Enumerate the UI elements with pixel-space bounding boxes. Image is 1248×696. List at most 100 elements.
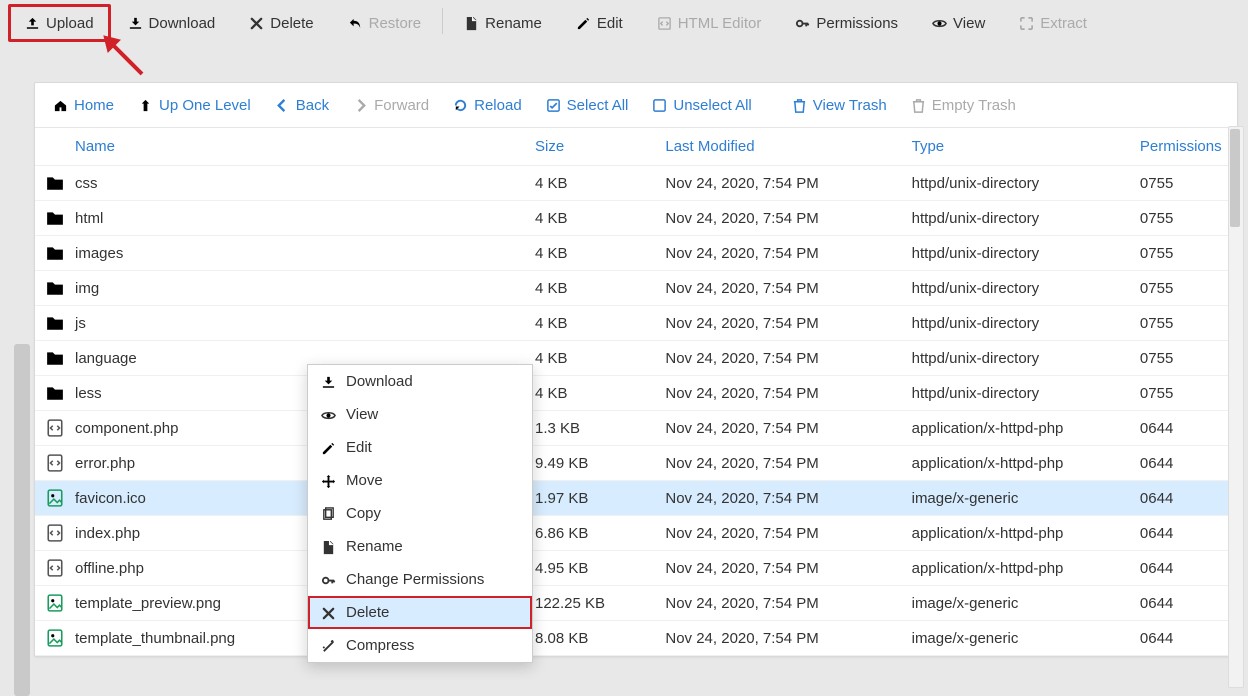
view-trash-button[interactable]: View Trash [780,91,899,120]
file-date: Nov 24, 2020, 7:54 PM [657,376,903,411]
empty-trash-button[interactable]: Empty Trash [899,91,1028,120]
file-type: httpd/unix-directory [904,341,1132,376]
col-name[interactable]: Name [35,128,527,166]
back-button[interactable]: Back [263,91,341,120]
file-date: Nov 24, 2020, 7:54 PM [657,306,903,341]
table-row[interactable]: error.php9.49 KBNov 24, 2020, 7:54 PMapp… [35,446,1237,481]
unselect-all-button[interactable]: Unselect All [640,91,763,120]
file-date: Nov 24, 2020, 7:54 PM [657,341,903,376]
eye-icon [320,406,336,423]
forward-label: Forward [374,97,429,114]
ctx-download[interactable]: Download [308,365,532,398]
file-size: 4 KB [527,271,657,306]
table-header-row: Name Size Last Modified Type Permissions [35,128,1237,166]
folder-icon [45,279,65,297]
arrow-left-icon [275,97,290,114]
file-name: html [75,210,103,227]
ctx-label: Change Permissions [346,571,484,588]
col-date[interactable]: Last Modified [657,128,903,166]
checkbox-checked-icon [546,97,561,114]
restore-button[interactable]: Restore [331,4,439,42]
file-perm: 0644 [1132,586,1237,621]
download-button[interactable]: Download [111,4,233,42]
top-toolbar: Upload Download Delete Restore Rename Ed… [0,0,1248,60]
reload-button[interactable]: Reload [441,91,534,120]
back-label: Back [296,97,329,114]
table-row[interactable]: html4 KBNov 24, 2020, 7:54 PMhttpd/unix-… [35,201,1237,236]
scrollbar[interactable] [1228,126,1244,688]
table-row[interactable]: js4 KBNov 24, 2020, 7:54 PMhttpd/unix-di… [35,306,1237,341]
ctx-move[interactable]: Move [308,464,532,497]
ctx-compress[interactable]: Compress [308,629,532,662]
table-row[interactable]: images4 KBNov 24, 2020, 7:54 PMhttpd/uni… [35,236,1237,271]
rename-button[interactable]: Rename [447,4,559,42]
folder-icon [45,209,65,227]
file-table: Name Size Last Modified Type Permissions… [35,128,1237,656]
table-row[interactable]: template_thumbnail.png8.08 KBNov 24, 202… [35,621,1237,656]
upload-button[interactable]: Upload [8,4,111,42]
file-perm: 0755 [1132,166,1237,201]
permissions-label: Permissions [816,15,898,32]
col-perm[interactable]: Permissions [1132,128,1237,166]
col-size[interactable]: Size [527,128,657,166]
select-all-button[interactable]: Select All [534,91,641,120]
up-one-level-button[interactable]: Up One Level [126,91,263,120]
file-type: application/x-httpd-php [904,411,1132,446]
ctx-copy[interactable]: Copy [308,497,532,530]
ctx-chperm[interactable]: Change Permissions [308,563,532,596]
file-size: 8.08 KB [527,621,657,656]
file-type: httpd/unix-directory [904,306,1132,341]
code-file-icon [45,454,65,472]
folder-icon [45,384,65,402]
file-type: httpd/unix-directory [904,271,1132,306]
table-row[interactable]: component.php1.3 KBNov 24, 2020, 7:54 PM… [35,411,1237,446]
view-button[interactable]: View [915,4,1002,42]
edit-button[interactable]: Edit [559,4,640,42]
ctx-label: Compress [346,637,414,654]
html-editor-button[interactable]: HTML Editor [640,4,779,42]
ctx-edit[interactable]: Edit [308,431,532,464]
file-name: component.php [75,420,178,437]
home-label: Home [74,97,114,114]
ctx-delete[interactable]: Delete [308,596,532,629]
table-row[interactable]: css4 KBNov 24, 2020, 7:54 PMhttpd/unix-d… [35,166,1237,201]
table-row[interactable]: less4 KBNov 24, 2020, 7:54 PMhttpd/unix-… [35,376,1237,411]
ctx-label: View [346,406,378,423]
key-icon [795,15,810,32]
table-row[interactable]: template_preview.png122.25 KBNov 24, 202… [35,586,1237,621]
file-date: Nov 24, 2020, 7:54 PM [657,481,903,516]
delete-button[interactable]: Delete [232,4,330,42]
forward-button[interactable]: Forward [341,91,441,120]
col-type[interactable]: Type [904,128,1132,166]
scrollbar-thumb[interactable] [1230,129,1240,227]
file-name: offline.php [75,560,144,577]
file-perm: 0755 [1132,376,1237,411]
home-button[interactable]: Home [41,91,126,120]
ctx-rename[interactable]: Rename [308,530,532,563]
html-editor-label: HTML Editor [678,15,762,32]
table-row[interactable]: favicon.ico1.97 KBNov 24, 2020, 7:54 PMi… [35,481,1237,516]
file-manager-panel: Home Up One Level Back Forward Reload Se… [34,82,1238,657]
table-row[interactable]: img4 KBNov 24, 2020, 7:54 PMhttpd/unix-d… [35,271,1237,306]
table-row[interactable]: language4 KBNov 24, 2020, 7:54 PMhttpd/u… [35,341,1237,376]
table-row[interactable]: offline.php4.95 KBNov 24, 2020, 7:54 PMa… [35,551,1237,586]
ctx-label: Copy [346,505,381,522]
file-type: image/x-generic [904,586,1132,621]
ctx-view[interactable]: View [308,398,532,431]
permissions-button[interactable]: Permissions [778,4,915,42]
left-scroll-strip [14,344,30,696]
empty-trash-label: Empty Trash [932,97,1016,114]
arrow-up-icon [138,97,153,114]
file-date: Nov 24, 2020, 7:54 PM [657,271,903,306]
arrow-right-icon [353,97,368,114]
file-name: favicon.ico [75,490,146,507]
sub-toolbar: Home Up One Level Back Forward Reload Se… [35,83,1237,128]
file-date: Nov 24, 2020, 7:54 PM [657,621,903,656]
context-menu: Download View EditMove Copy Rename Change Per… [307,364,533,663]
file-type: image/x-generic [904,481,1132,516]
file-size: 6.86 KB [527,516,657,551]
extract-button[interactable]: Extract [1002,4,1104,42]
file-perm: 0644 [1132,446,1237,481]
table-row[interactable]: index.php6.86 KBNov 24, 2020, 7:54 PMapp… [35,516,1237,551]
file-type: httpd/unix-directory [904,376,1132,411]
